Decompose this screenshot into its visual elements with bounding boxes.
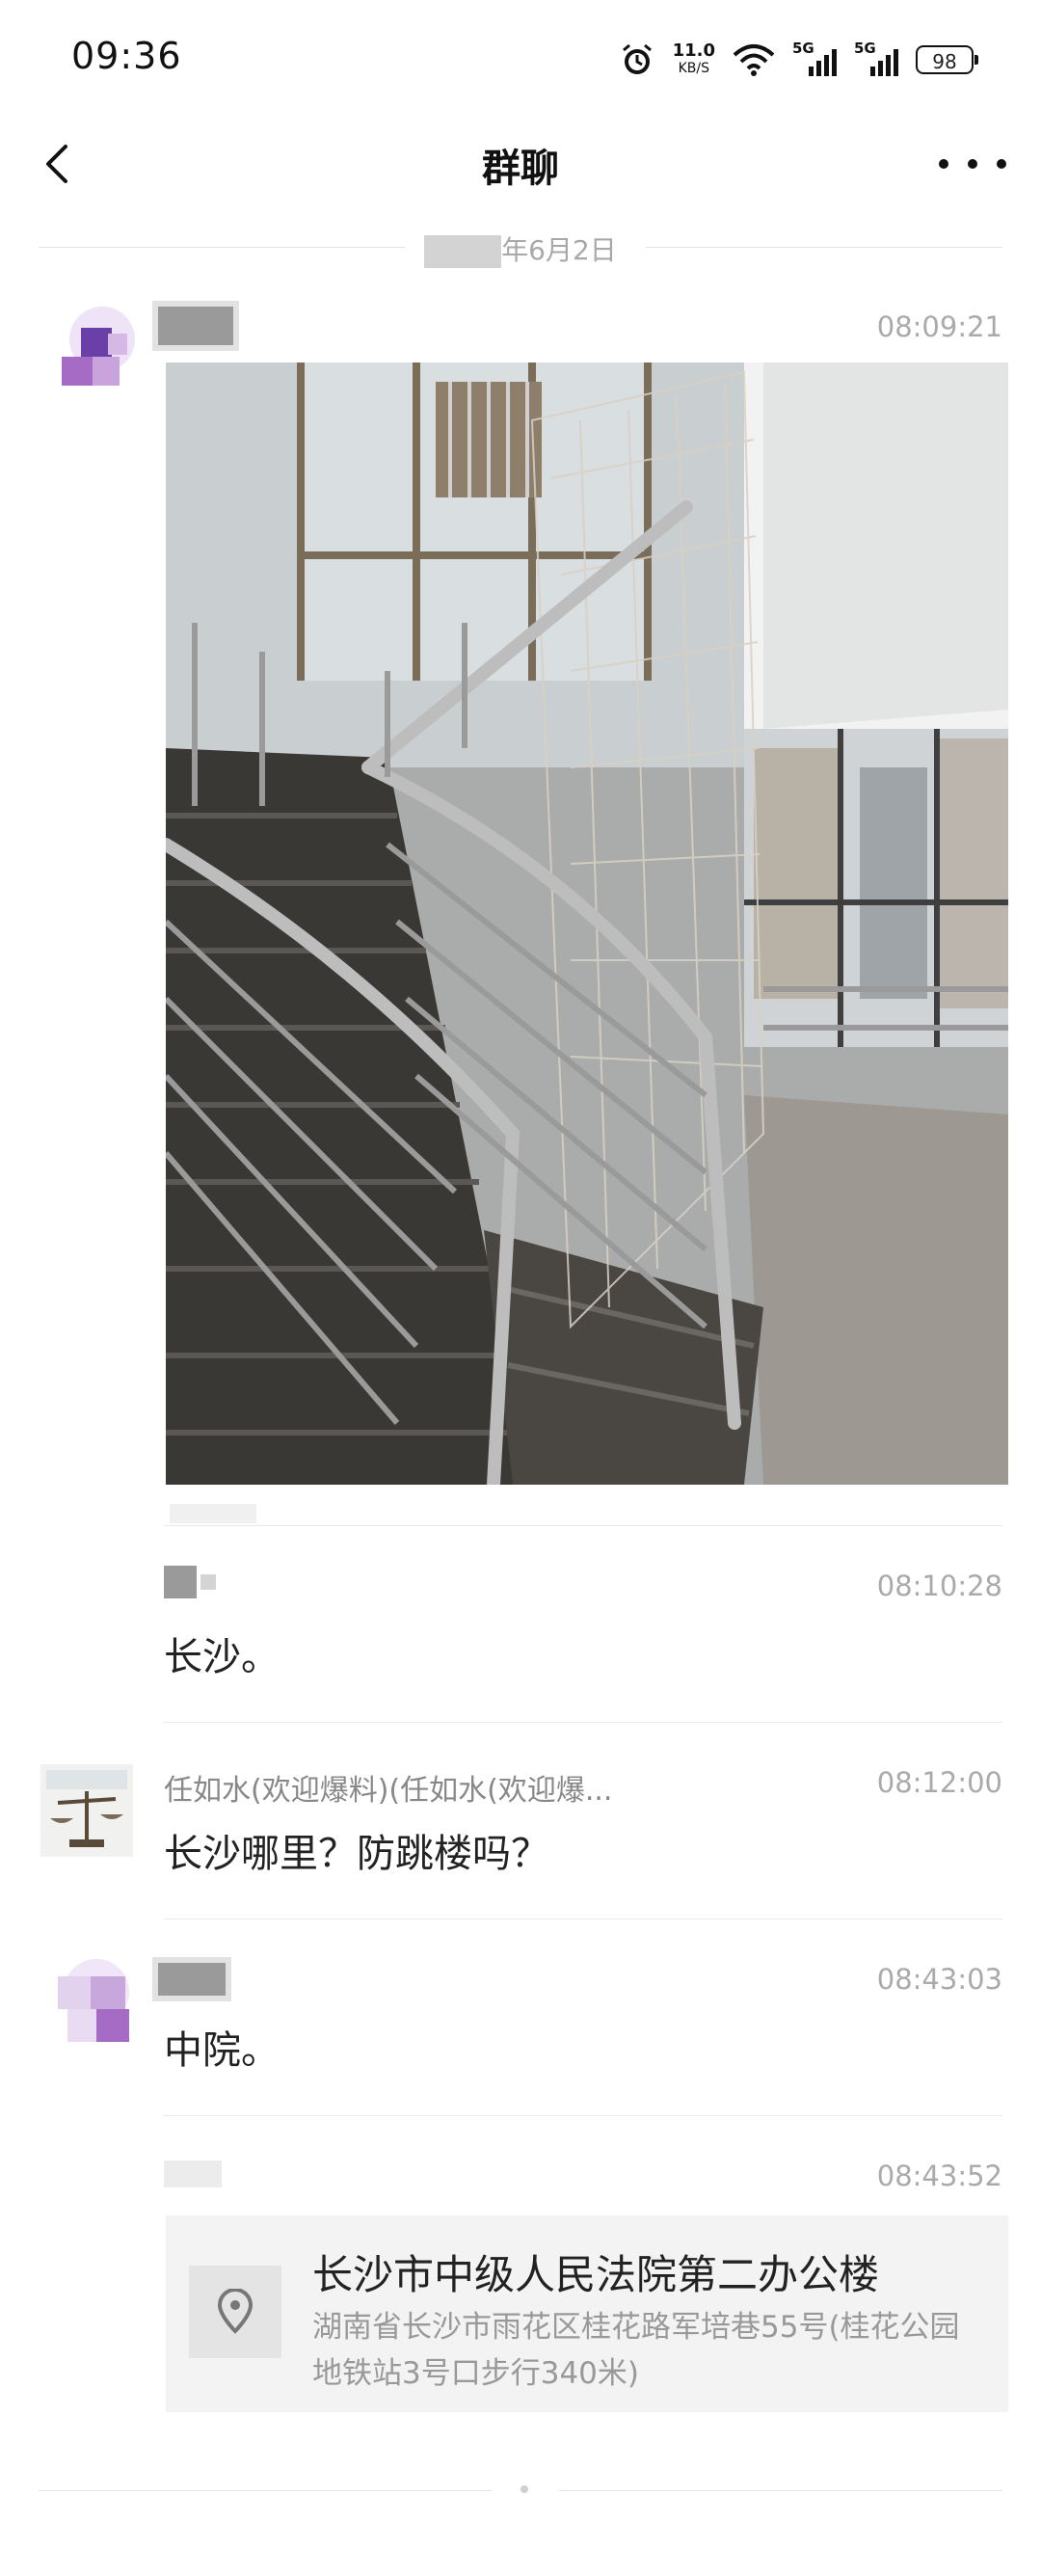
sender-name [164, 2156, 222, 2189]
blurred-fragment [170, 1504, 256, 1523]
message-separator [164, 2115, 1002, 2116]
avatar[interactable] [40, 1764, 133, 1857]
message-separator [164, 1525, 1002, 1526]
sender-name: 任如水(欢迎爆料)(任如水(欢迎爆... [164, 1774, 613, 1808]
message-time: 08:43:52 [876, 2160, 1002, 2192]
bottom-dot [520, 2485, 528, 2493]
sender-name [164, 1564, 216, 1598]
message-time: 08:09:21 [876, 310, 1002, 343]
message-text: 中院。 [164, 2028, 280, 2073]
avatar[interactable] [40, 305, 137, 401]
avatar[interactable] [39, 1947, 147, 2055]
bottom-divider [559, 2490, 1002, 2491]
sender-name [158, 307, 233, 345]
sender-name [158, 1961, 226, 1996]
message-text: 长沙哪里？防跳楼吗？ [164, 1832, 549, 1876]
message-separator [164, 1722, 1002, 1723]
message-1: 08:09:21 [0, 0, 1041, 1543]
message-photo[interactable] [166, 362, 1008, 1485]
location-title: 长沙市中级人民法院第二办公楼 [312, 2251, 880, 2298]
location-card[interactable]: 长沙市中级人民法院第二办公楼 湖南省长沙市雨花区桂花路军培巷55号(桂花公园地铁… [166, 2215, 1008, 2412]
location-pin-icon [189, 2266, 281, 2358]
message-time: 08:12:00 [876, 1766, 1002, 1799]
bottom-divider [39, 2490, 492, 2491]
message-text: 长沙。 [164, 1635, 280, 1679]
location-address: 湖南省长沙市雨花区桂花路军培巷55号(桂花公园地铁站3号口步行340米) [312, 2310, 960, 2391]
staircase-image [166, 362, 1008, 1485]
message-time: 08:43:03 [876, 1963, 1002, 1996]
message-time: 08:10:28 [876, 1570, 1002, 1602]
